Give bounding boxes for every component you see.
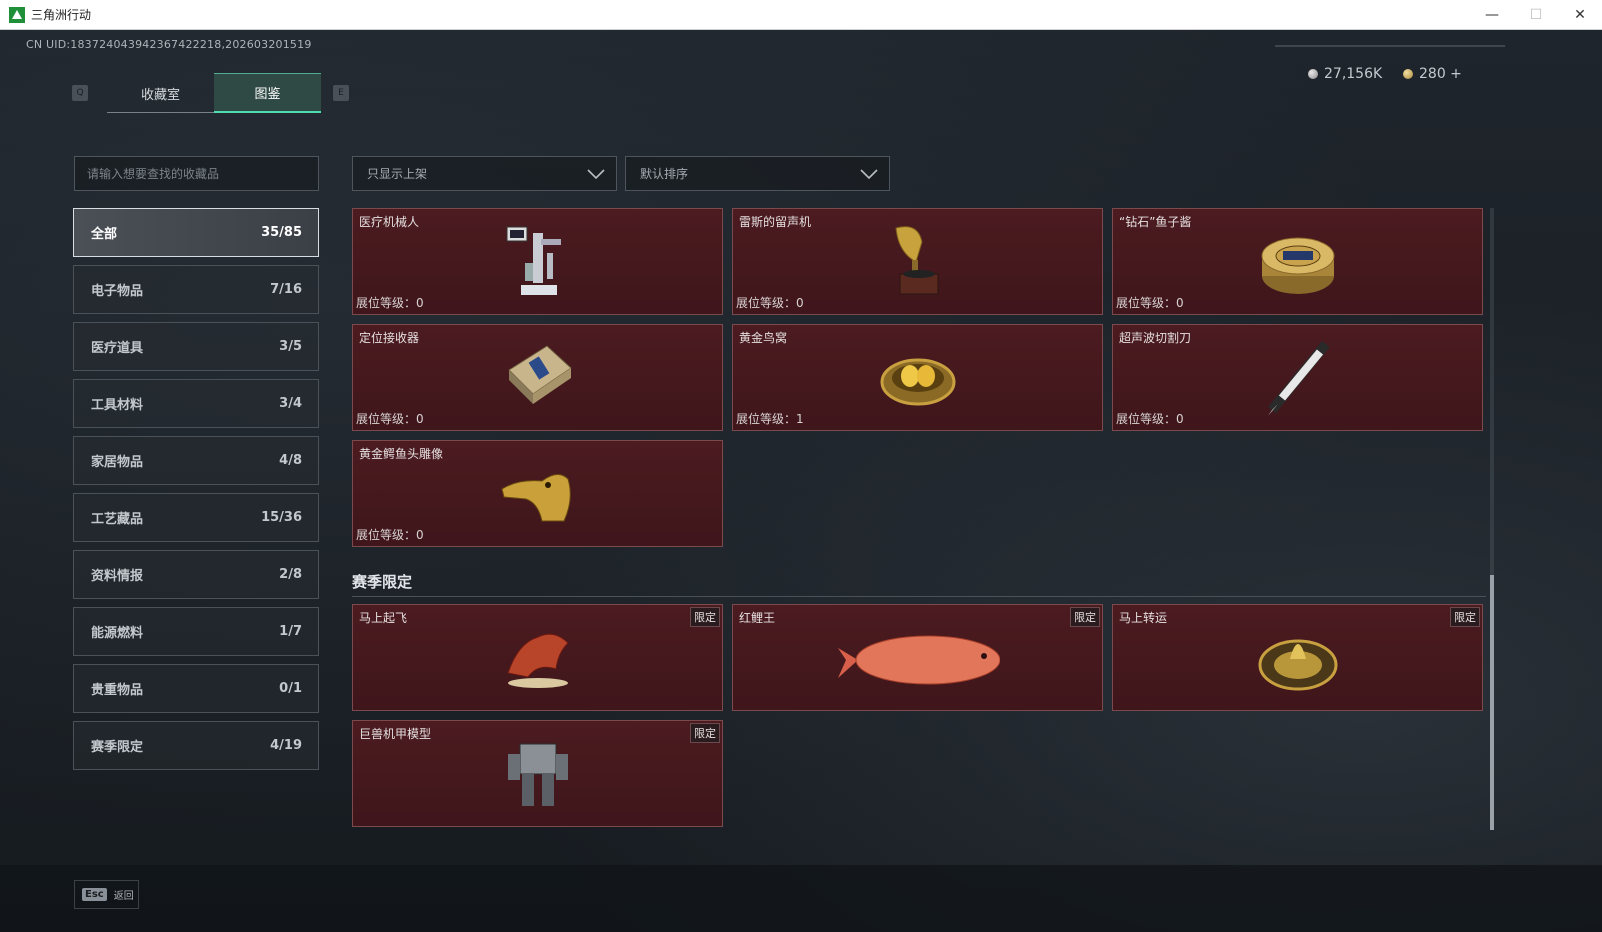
silver-coin-icon xyxy=(1308,69,1318,79)
golden-crocodile-icon xyxy=(500,473,571,521)
item-card-gramophone[interactable]: 雷斯的留声机 展位等级：0 xyxy=(732,208,1103,315)
back-label: 返回 xyxy=(113,891,134,902)
gold-amount: 280 + xyxy=(1419,66,1462,82)
collection-screen: CN UID:183724043942367422218,20260320151… xyxy=(0,30,1602,932)
item-card-golden-nest[interactable]: 黄金鸟窝 展位等级：1 xyxy=(732,324,1103,431)
tab-bar: 收藏室 图鉴 xyxy=(107,73,321,113)
caviar-tin-icon xyxy=(1261,237,1334,294)
item-level: 展位等级：0 xyxy=(356,412,424,426)
player-uid: CN UID:183724043942367422218,20260320151… xyxy=(26,38,312,51)
category-household[interactable]: 家居物品 4/8 xyxy=(73,436,319,485)
category-tools[interactable]: 工具材料 3/4 xyxy=(73,379,319,428)
item-card-golden-crocodile[interactable]: 黄金鳄鱼头雕像 展位等级：0 xyxy=(352,440,723,547)
category-count: 1/7 xyxy=(279,624,302,639)
item-name: 黄金鸟窝 xyxy=(739,331,788,345)
tab-collection-room[interactable]: 收藏室 xyxy=(107,73,214,113)
item-level: 展位等级：0 xyxy=(736,296,804,310)
item-name: 超声波切割刀 xyxy=(1119,331,1192,345)
category-count: 4/8 xyxy=(279,453,302,468)
item-name: 雷斯的留声机 xyxy=(739,215,812,229)
silver-amount: 27,156K xyxy=(1324,66,1383,82)
item-card-caviar[interactable]: “钻石”鱼子酱 展位等级：0 xyxy=(1112,208,1483,315)
app-logo-icon xyxy=(9,6,25,23)
category-electronics[interactable]: 电子物品 7/16 xyxy=(73,265,319,314)
medical-robot-icon xyxy=(506,226,561,295)
item-card-golden-compass[interactable]: 马上转运 限定 xyxy=(1112,604,1483,711)
window-controls: — ☐ ✕ xyxy=(1470,0,1602,30)
chevron-down-icon xyxy=(587,169,605,180)
back-button[interactable]: Esc 返回 xyxy=(74,880,139,909)
category-energy[interactable]: 能源燃料 1/7 xyxy=(73,607,319,656)
category-count: 35/85 xyxy=(261,225,302,240)
top-divider xyxy=(1275,45,1505,47)
close-button[interactable]: ✕ xyxy=(1558,0,1602,30)
item-card-red-carp[interactable]: 红鲤王 限定 xyxy=(732,604,1103,711)
item-name: 定位接收器 xyxy=(359,331,420,345)
footer-bar: Esc 返回 xyxy=(0,865,1602,932)
item-name: 马上起飞 xyxy=(359,611,408,625)
item-name: 红鲤王 xyxy=(739,611,776,625)
item-name: “钻石”鱼子酱 xyxy=(1119,215,1192,229)
shelf-filter-value: 只显示上架 xyxy=(367,167,428,181)
item-name: 巨兽机甲模型 xyxy=(359,727,432,741)
golden-nest-icon xyxy=(880,358,955,405)
maximize-button[interactable]: ☐ xyxy=(1514,0,1558,30)
window-title: 三角洲行动 xyxy=(31,8,92,22)
window-titlebar: 三角洲行动 — ☐ ✕ xyxy=(0,0,1602,30)
gold-currency[interactable]: 280 + xyxy=(1403,66,1462,82)
red-carp-icon xyxy=(837,635,1000,684)
limited-badge: 限定 xyxy=(1070,607,1100,627)
item-level: 展位等级：0 xyxy=(1116,412,1184,426)
item-name: 黄金鳄鱼头雕像 xyxy=(359,447,444,461)
item-card-ultrasonic-knife[interactable]: 超声波切割刀 展位等级：0 xyxy=(1112,324,1483,431)
category-count: 15/36 xyxy=(261,510,302,525)
tab-codex[interactable]: 图鉴 xyxy=(214,73,321,113)
category-valuables[interactable]: 贵重物品 0/1 xyxy=(73,664,319,713)
mech-model-icon xyxy=(507,743,568,806)
item-level: 展位等级：1 xyxy=(736,412,804,426)
category-count: 2/8 xyxy=(279,567,302,582)
category-count: 3/5 xyxy=(279,339,302,354)
key-hint-e[interactable]: E xyxy=(333,85,349,101)
category-intel[interactable]: 资料情报 2/8 xyxy=(73,550,319,599)
minimize-button[interactable]: — xyxy=(1470,0,1514,30)
limited-badge: 限定 xyxy=(690,723,720,743)
golden-compass-icon xyxy=(1258,639,1337,690)
category-count: 3/4 xyxy=(279,396,302,411)
category-count: 7/16 xyxy=(270,282,302,297)
category-season[interactable]: 赛季限定 4/19 xyxy=(73,721,319,770)
shelf-filter-dropdown[interactable]: 只显示上架 xyxy=(352,156,617,191)
esc-key-icon: Esc xyxy=(82,888,107,901)
ultrasonic-knife-icon xyxy=(1267,340,1330,416)
silver-currency: 27,156K xyxy=(1308,66,1382,82)
item-card-horse-statue[interactable]: 马上起飞 限定 xyxy=(352,604,723,711)
scrollbar-thumb[interactable] xyxy=(1490,575,1494,830)
gold-coin-icon xyxy=(1403,69,1413,79)
category-crafts[interactable]: 工艺藏品 15/36 xyxy=(73,493,319,542)
sort-value: 默认排序 xyxy=(640,167,689,181)
key-hint-q[interactable]: Q xyxy=(72,85,88,101)
limited-badge: 限定 xyxy=(690,607,720,627)
category-medical[interactable]: 医疗道具 3/5 xyxy=(73,322,319,371)
chevron-down-icon xyxy=(860,169,878,180)
item-level: 展位等级：0 xyxy=(1116,296,1184,310)
gps-receiver-icon xyxy=(507,344,572,404)
sort-dropdown[interactable]: 默认排序 xyxy=(625,156,890,191)
season-section-title: 赛季限定 xyxy=(352,573,413,591)
item-level: 展位等级：0 xyxy=(356,528,424,542)
horse-statue-icon xyxy=(506,633,569,688)
gramophone-icon xyxy=(894,225,938,294)
item-card-mech-model[interactable]: 巨兽机甲模型 限定 xyxy=(352,720,723,827)
search-input[interactable]: 请输入想要查找的收藏品 xyxy=(74,156,319,191)
item-name: 马上转运 xyxy=(1119,611,1168,625)
limited-badge: 限定 xyxy=(1450,607,1480,627)
category-count: 4/19 xyxy=(270,738,302,753)
category-all[interactable]: 全部 35/85 xyxy=(73,208,319,257)
item-name: 医疗机械人 xyxy=(359,215,420,229)
category-count: 0/1 xyxy=(279,681,302,696)
item-card-gps-receiver[interactable]: 定位接收器 展位等级：0 xyxy=(352,324,723,431)
item-level: 展位等级：0 xyxy=(356,296,424,310)
section-divider xyxy=(352,596,1486,597)
item-card-medical-robot[interactable]: 医疗机械人 展位等级：0 xyxy=(352,208,723,315)
